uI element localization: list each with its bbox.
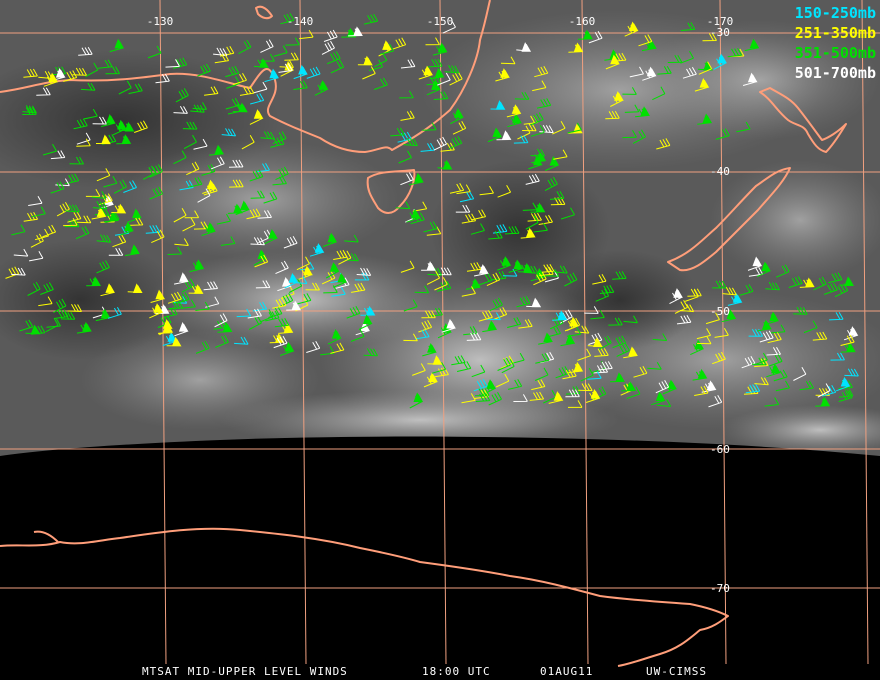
lon-label: -160: [569, 15, 596, 28]
legend-entry-351-500: 351-500mb: [795, 44, 876, 62]
lat-label: -60: [710, 443, 730, 456]
footer-bar: MTSAT MID-UPPER LEVEL WINDS 18:00 UTC 01…: [0, 664, 880, 680]
coast-antarctica-tip: [33, 530, 59, 543]
lon-label: -130: [147, 15, 174, 28]
lat-label: -30: [710, 26, 730, 39]
lon-label: -140: [287, 15, 314, 28]
valid-date: 01AUG11: [540, 665, 594, 678]
lat-label: -70: [710, 582, 730, 595]
lon-label: -150: [427, 15, 454, 28]
data-source: UW-CIMSS: [646, 665, 707, 678]
map-canvas: -130 -140 -150 -160 -170 -30 -40 -50 -60…: [0, 0, 880, 667]
satellite-imagery: [0, 0, 880, 456]
valid-time: 18:00 UTC: [422, 665, 491, 678]
product-title: MTSAT MID-UPPER LEVEL WINDS: [142, 665, 348, 678]
legend-entry-150-250: 150-250mb: [795, 4, 876, 22]
satellite-wind-map: -130 -140 -150 -160 -170 -30 -40 -50 -60…: [0, 0, 880, 680]
legend-entry-251-350: 251-350mb: [795, 24, 876, 42]
lat-label: -50: [710, 305, 730, 318]
coast-antarctica: [0, 527, 729, 667]
legend-entry-501-700: 501-700mb: [795, 64, 876, 82]
lat-label: -40: [710, 165, 730, 178]
